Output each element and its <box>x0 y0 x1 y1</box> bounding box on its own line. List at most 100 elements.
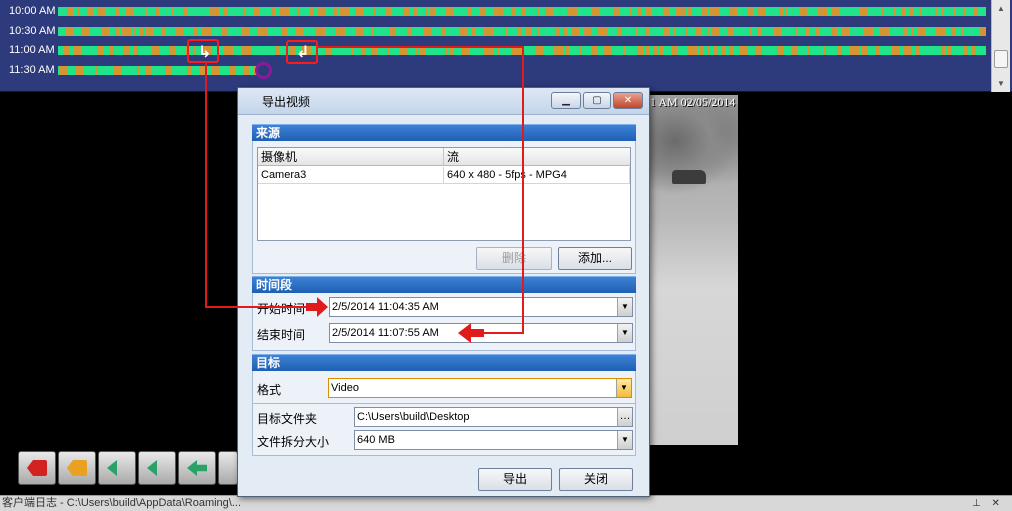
section-source: 摄像机 流 Camera3 640 x 480 - 5fps - MPG4 删除… <box>252 141 636 274</box>
motion-segment <box>545 7 553 16</box>
recording-bar[interactable] <box>58 7 986 16</box>
export-button[interactable]: 导出 <box>478 468 552 491</box>
motion-segment <box>831 27 838 36</box>
motion-segment <box>355 7 364 16</box>
close-icon[interactable]: ✕ <box>992 498 1000 509</box>
maximize-icon: ▢ <box>592 95 602 106</box>
motion-segment <box>695 27 702 36</box>
motion-segment <box>842 27 850 36</box>
scroll-down-arrow-icon[interactable]: ▼ <box>992 75 1010 92</box>
motion-segment <box>882 7 885 16</box>
stream-cell[interactable]: 640 x 480 - 5fps - MPG4 <box>444 167 630 184</box>
motion-segment <box>795 27 797 36</box>
add-button[interactable]: 添加... <box>558 247 632 270</box>
browse-ellipsis-icon[interactable]: … <box>617 408 632 426</box>
minimize-button[interactable]: ▁ <box>551 92 581 109</box>
motion-segment <box>224 46 234 55</box>
bookmark-red-button[interactable] <box>18 451 56 485</box>
motion-segment <box>849 7 851 16</box>
format-select[interactable]: Video ▼ <box>328 378 632 398</box>
motion-segment <box>918 7 923 16</box>
dropdown-arrow-icon[interactable]: ▼ <box>617 324 632 342</box>
column-camera[interactable]: 摄像机 <box>258 148 444 166</box>
close-dialog-button[interactable]: 关闭 <box>559 468 633 491</box>
motion-segment <box>146 27 153 36</box>
motion-segment <box>136 66 140 75</box>
timeline-scrollbar[interactable]: ▲ ▼ <box>991 0 1010 92</box>
camera-table[interactable]: 摄像机 流 Camera3 640 x 480 - 5fps - MPG4 <box>257 147 631 241</box>
motion-segment <box>372 27 375 36</box>
video-preview[interactable] <box>648 95 738 445</box>
scroll-thumb[interactable] <box>994 50 1008 68</box>
motion-segment <box>297 7 301 16</box>
motion-segment <box>822 46 827 55</box>
motion-segment <box>295 27 304 36</box>
recording-bar[interactable] <box>58 27 986 36</box>
delete-button[interactable]: 删除 <box>476 247 552 270</box>
dropdown-arrow-icon[interactable]: ▼ <box>617 298 632 316</box>
motion-segment <box>242 27 250 36</box>
target-folder-label: 目标文件夹 <box>257 412 318 426</box>
motion-segment <box>192 7 195 16</box>
motion-segment <box>242 66 250 75</box>
motion-segment <box>126 7 135 16</box>
motion-segment <box>318 7 327 16</box>
motion-segment <box>257 27 268 36</box>
motion-segment <box>684 27 689 36</box>
split-size-select[interactable]: 640 MB ▼ <box>354 430 633 450</box>
motion-segment <box>504 27 507 36</box>
motion-segment <box>592 46 597 55</box>
motion-segment <box>756 46 763 55</box>
camera-cell[interactable]: Camera3 <box>258 167 444 184</box>
column-stream[interactable]: 流 <box>444 148 630 166</box>
red-tag-icon <box>27 460 47 476</box>
maximize-button[interactable]: ▢ <box>583 92 611 109</box>
motion-segment <box>702 7 707 16</box>
motion-segment <box>917 27 926 36</box>
motion-segment <box>140 27 144 36</box>
target-folder-input[interactable]: C:\Users\build\Desktop … <box>354 407 633 427</box>
dropdown-arrow-icon[interactable]: ▼ <box>617 431 632 449</box>
start-time-picker[interactable]: 2/5/2014 11:04:35 AM ▼ <box>329 297 633 317</box>
scroll-up-arrow-icon[interactable]: ▲ <box>992 0 1010 17</box>
step-back-button[interactable] <box>138 451 176 485</box>
format-value: Video <box>331 382 359 394</box>
motion-segment <box>562 27 568 36</box>
motion-segment <box>168 46 175 55</box>
end-marker-icon: ↲ <box>296 44 310 61</box>
dialog-title-bar[interactable]: 导出视频 ▁ ▢ ✕ <box>238 88 649 115</box>
motion-segment <box>102 27 109 36</box>
recording-bar[interactable] <box>58 66 258 75</box>
play-button[interactable] <box>218 451 238 485</box>
annotation-line <box>480 332 524 334</box>
video-scene-car <box>672 170 706 184</box>
motion-segment <box>739 46 748 55</box>
section-target: 格式 Video ▼ 目标文件夹 C:\Users\build\Desktop … <box>252 371 636 456</box>
pin-icon[interactable]: ⊥ <box>972 498 981 509</box>
dropdown-arrow-icon[interactable]: ▼ <box>616 379 631 397</box>
close-button[interactable]: ✕ <box>613 92 643 109</box>
motion-segment <box>186 66 192 75</box>
motion-segment <box>673 27 676 36</box>
end-marker[interactable]: ↲ <box>286 40 318 64</box>
motion-segment <box>747 7 753 16</box>
previous-segment-button[interactable] <box>98 451 136 485</box>
motion-segment <box>935 27 946 36</box>
bookmark-orange-button[interactable] <box>58 451 96 485</box>
format-label: 格式 <box>257 383 282 397</box>
start-marker[interactable]: ↳ <box>187 39 219 63</box>
motion-segment <box>844 7 847 16</box>
motion-segment <box>687 46 697 55</box>
motion-segment <box>687 7 692 16</box>
motion-segment <box>222 7 228 16</box>
split-size-label: 文件拆分大小 <box>257 435 330 449</box>
orange-tag-icon <box>67 460 87 476</box>
motion-segment <box>66 27 74 36</box>
annotation-line <box>318 46 524 48</box>
motion-segment <box>707 27 710 36</box>
motion-segment <box>406 27 412 36</box>
motion-segment <box>699 46 705 55</box>
rewind-button[interactable] <box>178 451 216 485</box>
motion-segment <box>174 27 185 36</box>
annotation-line <box>205 62 207 308</box>
